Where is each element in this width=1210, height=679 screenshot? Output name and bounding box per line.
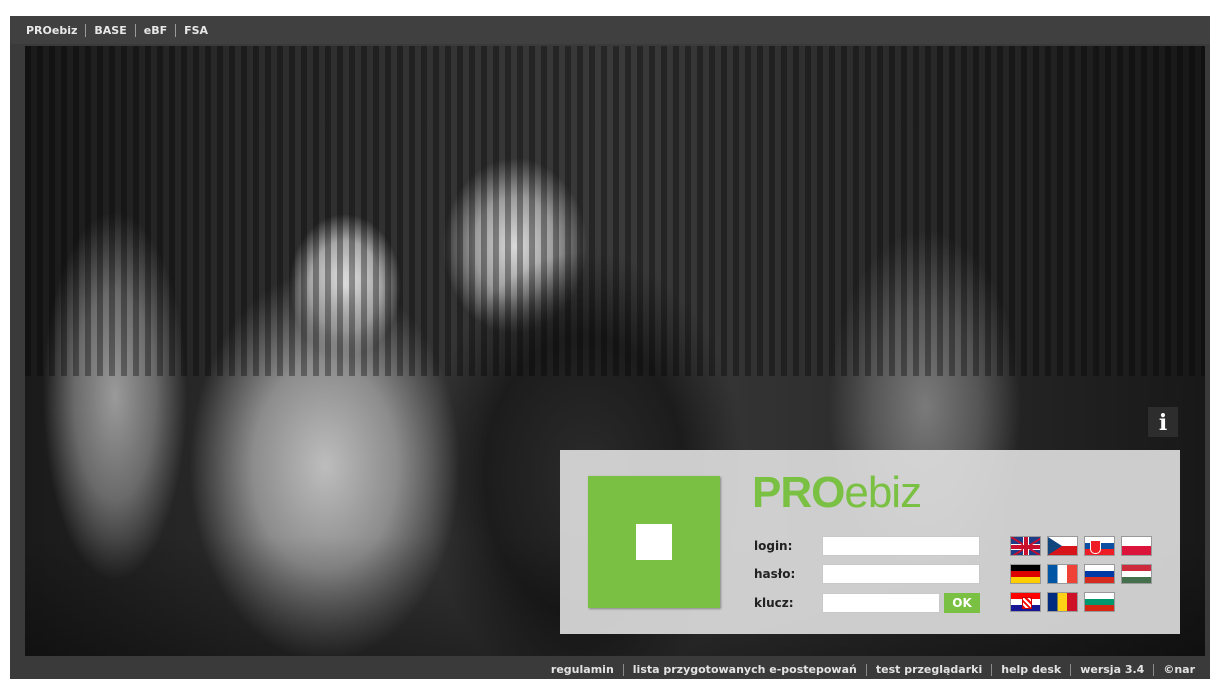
slovak-flag-icon[interactable] (1084, 536, 1115, 556)
hungarian-flag-icon[interactable] (1121, 564, 1152, 584)
nav-base[interactable]: BASE (85, 23, 134, 37)
brand-ebiz: ebiz (844, 468, 922, 517)
password-row: hasło: (754, 563, 980, 585)
footer-version[interactable]: wersja 3.4 (1070, 663, 1153, 676)
footer-help-desk[interactable]: help desk (991, 663, 1070, 676)
key-input[interactable] (822, 593, 940, 613)
language-flags (1010, 536, 1160, 612)
footer-regulamin[interactable]: regulamin (542, 663, 623, 676)
bulgarian-flag-icon[interactable] (1084, 592, 1115, 612)
top-nav: PROebiz BASE eBF FSA (10, 16, 1210, 44)
logo-inner-square (636, 524, 672, 560)
footer-proceedings-list[interactable]: lista przygotowanych e-postepowań (622, 663, 866, 676)
brand-pro: PRO (752, 468, 845, 517)
footer-copyright[interactable]: ©nar (1153, 663, 1204, 676)
croatian-flag-icon[interactable] (1010, 592, 1041, 612)
german-flag-icon[interactable] (1010, 564, 1041, 584)
login-row: login: (754, 535, 980, 557)
nav-proebiz[interactable]: PROebiz (26, 24, 85, 37)
key-label: klucz: (754, 596, 794, 610)
polish-flag-icon[interactable] (1121, 536, 1152, 556)
nav-fsa[interactable]: FSA (175, 23, 216, 37)
password-label: hasło: (754, 567, 796, 581)
photo-curtain (25, 46, 1205, 376)
russian-flag-icon[interactable] (1084, 564, 1115, 584)
czech-flag-icon[interactable] (1047, 536, 1078, 556)
uk-flag-icon[interactable] (1010, 536, 1041, 556)
info-icon[interactable]: i (1147, 406, 1179, 438)
login-label: login: (754, 539, 793, 553)
brand-logo: PROebiz (752, 468, 922, 518)
login-input[interactable] (822, 536, 980, 556)
password-input[interactable] (822, 564, 980, 584)
french-flag-icon[interactable] (1047, 564, 1078, 584)
proebiz-logo-square (588, 476, 720, 608)
nav-ebf[interactable]: eBF (134, 23, 175, 37)
key-row: klucz: OK (754, 592, 980, 614)
romanian-flag-icon[interactable] (1047, 592, 1078, 612)
footer-browser-test[interactable]: test przeglądarki (865, 663, 991, 676)
login-panel: PROebiz login: hasło: klucz: OK (560, 450, 1180, 634)
footer-links: regulamin lista przygotowanych e-postepo… (10, 660, 1210, 679)
ok-button[interactable]: OK (944, 593, 980, 613)
